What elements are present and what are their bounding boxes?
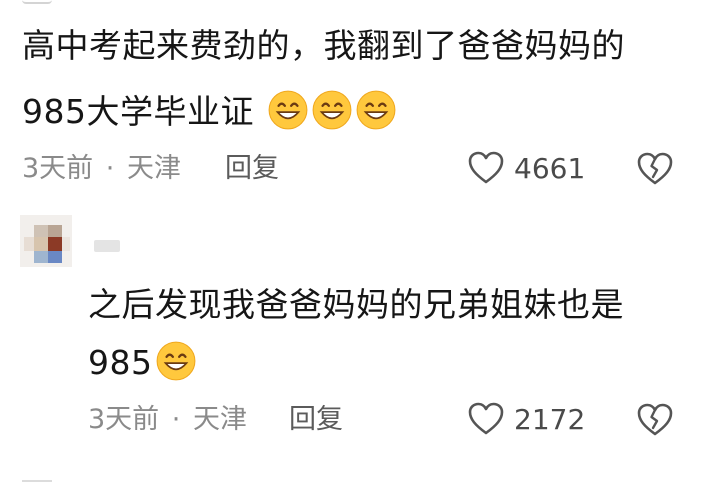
next-comment-remnant bbox=[22, 480, 52, 487]
meta-separator: · bbox=[171, 404, 181, 435]
blurred-avatar bbox=[20, 215, 72, 267]
comment-location: 天津 bbox=[126, 153, 181, 184]
reply-avatar[interactable] bbox=[20, 215, 72, 271]
reply-text-line-2: 985 bbox=[88, 340, 197, 386]
heart-icon[interactable] bbox=[467, 401, 505, 437]
grinning-face-icon bbox=[312, 90, 352, 130]
grinning-face-icon bbox=[356, 90, 396, 130]
reply-button[interactable]: 回复 bbox=[289, 403, 343, 437]
meta-separator: · bbox=[105, 153, 115, 184]
reply-button[interactable]: 回复 bbox=[225, 152, 279, 186]
like-count: 2172 bbox=[514, 403, 586, 436]
emoji-group bbox=[254, 90, 397, 131]
like-count: 4661 bbox=[514, 152, 586, 185]
grinning-face-icon bbox=[268, 90, 308, 130]
reply-meta: 3天前 · 天津 bbox=[88, 403, 247, 437]
comment-text-line-2-content: 985大学毕业证 bbox=[22, 92, 254, 131]
reply-location: 天津 bbox=[192, 404, 247, 435]
comment-text-line-2: 985大学毕业证 bbox=[22, 89, 397, 135]
blurred-username bbox=[94, 240, 120, 252]
reply-text-line-1: 之后发现我爸爸妈妈的兄弟姐妹也是 bbox=[88, 285, 624, 324]
broken-heart-icon[interactable] bbox=[636, 402, 674, 438]
comment-meta: 3天前 · 天津 bbox=[22, 152, 181, 186]
broken-heart-icon[interactable] bbox=[636, 151, 674, 187]
comment-text-line-1: 高中考起来费劲的，我翻到了爸爸妈妈的 bbox=[22, 26, 625, 65]
comment-time: 3天前 bbox=[22, 153, 94, 184]
heart-icon[interactable] bbox=[467, 150, 505, 186]
reply-time: 3天前 bbox=[88, 404, 160, 435]
previous-comment-remnant bbox=[22, 0, 52, 4]
grinning-face-icon bbox=[156, 341, 195, 381]
reply-text-line-2-content: 985 bbox=[88, 343, 153, 382]
